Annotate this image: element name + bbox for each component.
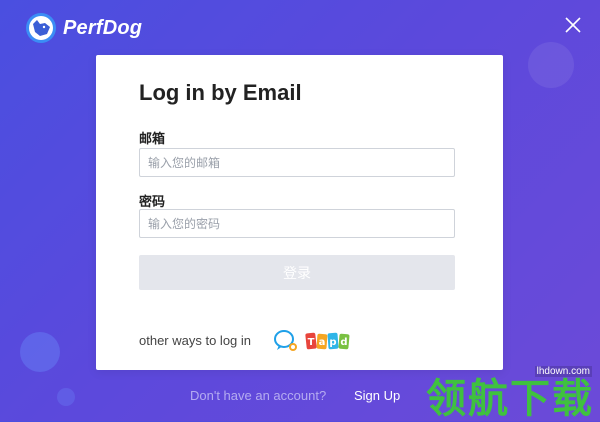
- email-label: 邮箱: [139, 131, 166, 146]
- login-card: Log in by Email 邮箱 密码 登录 other ways to l…: [96, 55, 503, 370]
- background-bubble: [57, 388, 75, 406]
- watermark-text: 领航下载: [426, 376, 594, 422]
- password-label: 密码: [139, 194, 166, 209]
- brand: PerfDog: [25, 12, 142, 44]
- other-ways-label: other ways to log in: [139, 333, 252, 348]
- page-title: Log in by Email: [139, 80, 302, 105]
- qq-icon[interactable]: [273, 328, 299, 354]
- brand-name: PerfDog: [63, 16, 143, 39]
- signup-prompt: Don't have an account?: [190, 388, 327, 403]
- close-icon[interactable]: [564, 16, 582, 34]
- email-field[interactable]: [139, 148, 455, 177]
- password-field[interactable]: [139, 209, 455, 238]
- svg-text:p: p: [329, 337, 336, 348]
- login-button[interactable]: 登录: [139, 255, 455, 290]
- background-bubble: [20, 332, 60, 372]
- tapd-logo-icon[interactable]: T a p d: [305, 330, 351, 352]
- svg-text:a: a: [319, 337, 326, 348]
- perfdog-logo-icon: [26, 13, 56, 43]
- svg-text:T: T: [308, 337, 315, 348]
- svg-text:d: d: [340, 337, 347, 348]
- background-bubble: [528, 42, 574, 88]
- signup-link[interactable]: Sign Up: [354, 388, 400, 403]
